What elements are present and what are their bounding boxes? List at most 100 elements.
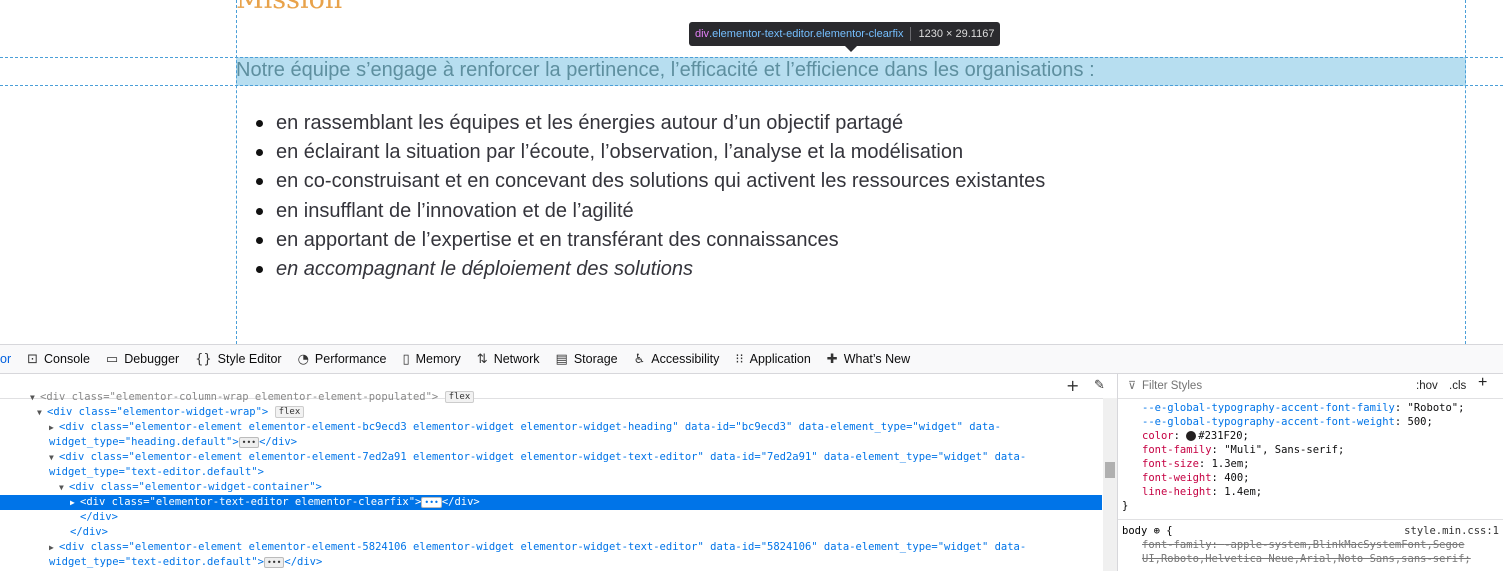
- tab-label: or: [0, 352, 12, 366]
- markup-line[interactable]: ▼ <div class="elementor-widget-wrap"> fle…: [0, 405, 1102, 420]
- guide-line-right: [1465, 0, 1466, 344]
- arrows-icon: ⇅: [476, 351, 488, 367]
- markup-tree: ▼ <div class="elementor-column-wrap eleme…: [0, 391, 1102, 570]
- gift-icon: ✚: [826, 351, 838, 367]
- collapse-icon[interactable]: ▶: [49, 420, 59, 435]
- flex-badge[interactable]: flex: [444, 391, 475, 403]
- gauge-icon: ◔: [297, 351, 309, 367]
- markup-line[interactable]: </div>: [0, 510, 1102, 525]
- property-name: line-height: [1142, 486, 1212, 498]
- declaration-overridden[interactable]: font-family: -apple-system,BlinkMacSyste…: [1118, 538, 1503, 566]
- filter-styles-input[interactable]: Filter Styles: [1142, 379, 1202, 393]
- list-item-text: en co-construisant et en concevant des s…: [276, 170, 1046, 193]
- markup-scrollbar-thumb[interactable]: [1105, 462, 1115, 478]
- ellipsis-icon[interactable]: •••: [263, 556, 285, 568]
- markup-scrollbar[interactable]: [1103, 398, 1117, 571]
- color-swatch-icon[interactable]: [1186, 431, 1197, 441]
- property-name: font-size: [1142, 458, 1199, 470]
- devtools-tabbar: or ⊡ Console ▭ Debugger {} Style Editor ◔ Pe…: [0, 344, 1503, 374]
- console-icon: ⊡: [27, 351, 39, 367]
- declaration[interactable]: color: #231F20;: [1118, 429, 1503, 443]
- intro-paragraph: Notre équipe s’engage à renforcer la per…: [236, 59, 1095, 81]
- tab-memory[interactable]: ▯ Memory: [394, 345, 468, 373]
- markup-text: <div class="elementor-widget-wrap">: [47, 406, 269, 418]
- inspector-tooltip: div .elementor-text-editor.elementor-clea…: [689, 22, 1001, 46]
- markup-line[interactable]: ▼ <div class="elementor-column-wrap eleme…: [0, 390, 1102, 405]
- list-item: en co-construisant et en concevant des s…: [256, 167, 1045, 196]
- tab-storage[interactable]: ▤ Storage: [548, 345, 626, 373]
- markup-text: </div>: [70, 526, 108, 538]
- expand-icon[interactable]: ▼: [49, 450, 59, 465]
- list-item: en apportant de l’expertise et en transf…: [256, 226, 1045, 255]
- list-item-text: en éclairant la situation par l’écoute, …: [276, 141, 964, 164]
- declaration[interactable]: line-height: 1.4em;: [1118, 485, 1503, 499]
- tab-label: Debugger: [124, 352, 180, 366]
- property-value: 1.4em;: [1224, 486, 1263, 498]
- list-item-text: en insufflant de l’innovation et de l’ag…: [276, 199, 634, 222]
- property-value: "Roboto";: [1407, 402, 1465, 414]
- property-name: font-family: [1142, 539, 1212, 551]
- rule-selector[interactable]: body: [1122, 525, 1147, 537]
- property-name: font-family: [1142, 444, 1212, 456]
- cls-toggle[interactable]: .cls: [1449, 379, 1466, 393]
- guide-line-top: [0, 57, 1503, 58]
- markup-line[interactable]: ▼ <div class="elementor-element elementor…: [0, 450, 1102, 480]
- tab-network[interactable]: ⇅ Network: [469, 345, 548, 373]
- tooltip-tag: div: [695, 28, 710, 40]
- tooltip-arrow-icon: [845, 46, 857, 52]
- declaration[interactable]: font-weight: 400;: [1118, 471, 1503, 485]
- expand-icon[interactable]: ▼: [37, 405, 47, 420]
- declaration[interactable]: --e-global-typography-accent-font-weight…: [1118, 415, 1503, 429]
- tab-console[interactable]: ⊡ Console: [19, 345, 98, 373]
- tab-label: Memory: [415, 352, 461, 366]
- node-target-icon[interactable]: ⊕: [1154, 525, 1160, 537]
- bullet-icon: [256, 178, 263, 186]
- tab-inspector[interactable]: or: [0, 345, 19, 373]
- rules-panel: ⊽ Filter Styles :hov .cls + --e-global-t…: [1118, 374, 1503, 571]
- hov-toggle[interactable]: :hov: [1416, 379, 1438, 393]
- bullet-icon: [256, 266, 263, 274]
- property-name: --e-global-typography-accent-font-family: [1142, 402, 1395, 414]
- grid-icon: ⁝⁝: [735, 351, 744, 367]
- ellipsis-icon[interactable]: •••: [421, 496, 442, 508]
- rule-close-brace: }: [1122, 500, 1129, 512]
- expand-icon[interactable]: ▼: [59, 480, 69, 495]
- markup-line[interactable]: </div>: [0, 525, 1102, 540]
- markup-text: <div class="elementor-element elementor-…: [49, 541, 1027, 568]
- tab-label: Style Editor: [217, 352, 282, 366]
- rules-toolbar: ⊽ Filter Styles :hov .cls +: [1118, 374, 1503, 399]
- markup-text: </div>: [441, 496, 480, 508]
- expand-icon[interactable]: ▼: [30, 390, 40, 405]
- tab-application[interactable]: ⁝⁝ Application: [727, 345, 818, 373]
- tab-performance[interactable]: ◔ Performance: [290, 345, 395, 373]
- declaration[interactable]: font-family: "Muli", Sans-serif;: [1118, 443, 1503, 457]
- add-rule-icon[interactable]: +: [1478, 375, 1487, 391]
- rule-source-link[interactable]: style.min.css:1: [1404, 524, 1499, 538]
- debugger-icon: ▭: [105, 351, 119, 367]
- tab-whats-new[interactable]: ✚ What’s New: [819, 345, 918, 373]
- tab-debugger[interactable]: ▭ Debugger: [98, 345, 187, 373]
- filter-icon: ⊽: [1128, 380, 1137, 392]
- declaration[interactable]: font-size: 1.3em;: [1118, 457, 1503, 471]
- mission-list: en rassemblant les équipes et les énergi…: [256, 109, 1045, 284]
- collapse-icon[interactable]: ▶: [70, 495, 80, 510]
- tooltip-dimensions: 1230 × 29.1167: [918, 28, 995, 40]
- property-value: 400;: [1224, 472, 1250, 484]
- markup-line[interactable]: ▶ <div class="elementor-element elementor…: [0, 540, 1102, 570]
- list-item: en éclairant la situation par l’écoute, …: [256, 138, 1045, 167]
- collapse-icon[interactable]: ▶: [49, 540, 59, 555]
- tab-style-editor[interactable]: {} Style Editor: [187, 345, 289, 373]
- markup-text: </div>: [259, 436, 298, 448]
- bullet-icon: [256, 236, 263, 244]
- flex-badge[interactable]: flex: [274, 406, 305, 418]
- declaration[interactable]: --e-global-typography-accent-font-family…: [1118, 401, 1503, 415]
- tooltip-divider: [910, 27, 912, 41]
- ellipsis-icon[interactable]: •••: [238, 436, 260, 448]
- tooltip-classes: .elementor-text-editor.elementor-clearfi…: [709, 28, 904, 40]
- markup-line[interactable]: ▶ <div class="elementor-element elementor…: [0, 420, 1102, 450]
- list-item-text: en apportant de l’expertise et en transf…: [276, 228, 839, 251]
- markup-line[interactable]: ▼ <div class="elementor-widget-container"…: [0, 480, 1102, 495]
- tab-accessibility[interactable]: ♿ Accessibility: [626, 345, 728, 373]
- markup-line-selected[interactable]: ▶ <div class="elementor-text-editor eleme…: [0, 495, 1102, 510]
- bullet-icon: [256, 120, 263, 128]
